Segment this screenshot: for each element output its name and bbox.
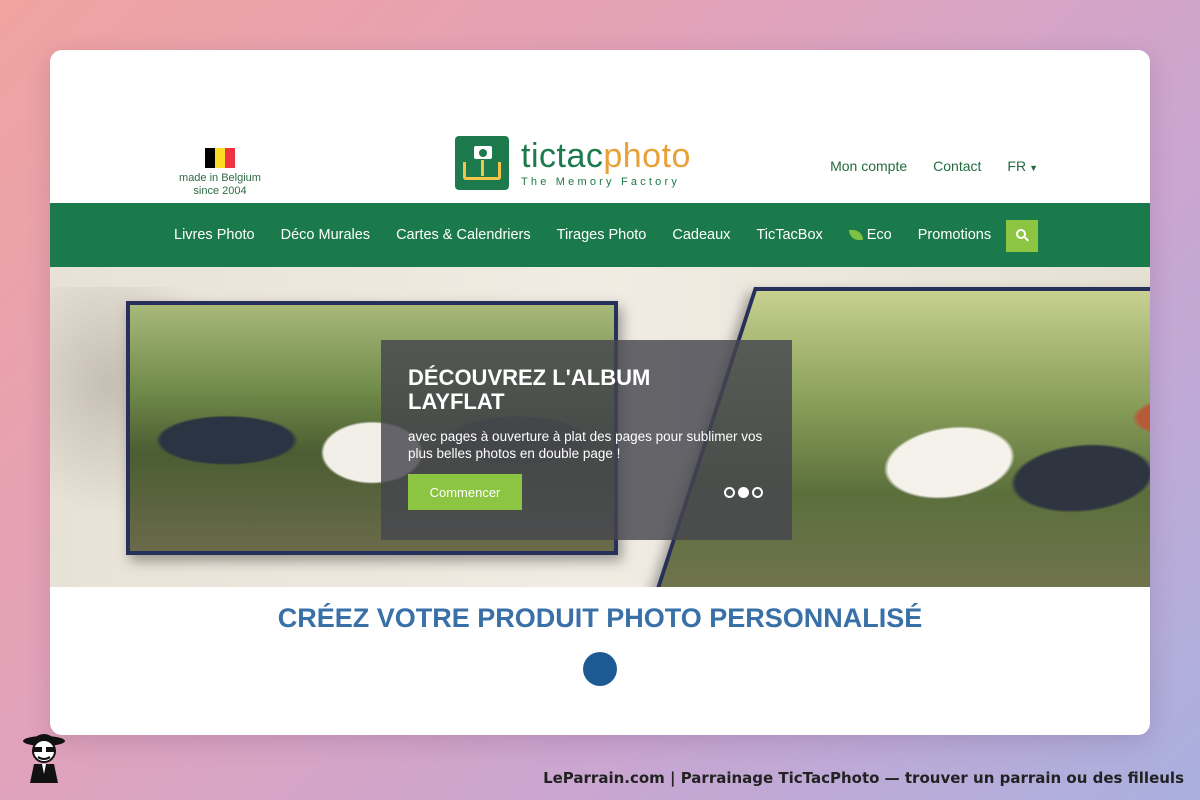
hero-banner: DÉCOUVREZ L'ALBUM LAYFLAT avec pages à o… (50, 267, 1150, 587)
logo-name: tictacphoto (521, 139, 691, 173)
start-button[interactable]: Commencer (408, 474, 522, 510)
hero-title: DÉCOUVREZ L'ALBUM LAYFLAT (408, 365, 651, 414)
nav-item-cartes-calendriers[interactable]: Cartes & Calendriers (396, 227, 531, 243)
slider-dots (724, 487, 763, 498)
language-selector[interactable]: FR ▼ (1007, 158, 1038, 174)
search-button[interactable] (1006, 220, 1038, 252)
scroll-down-button[interactable] (583, 652, 617, 686)
hero-text: avec pages à ouverture à plat des pages … (408, 429, 763, 461)
nav-item-tirages-photo[interactable]: Tirages Photo (557, 227, 647, 243)
website-card: made in Belgium since 2004 tictacphoto T… (50, 50, 1150, 735)
nav-item-tictacbox[interactable]: TicTacBox (756, 227, 822, 243)
site-logo[interactable]: tictacphoto The Memory Factory (455, 136, 691, 190)
made-in-belgium-badge: made in Belgium since 2004 (170, 148, 270, 198)
slider-dot-2[interactable] (738, 487, 749, 498)
nav-item-eco-label: Eco (866, 227, 892, 243)
belgium-flag-icon (205, 148, 235, 168)
top-links: Mon compte Contact FR ▼ (830, 158, 1038, 174)
logo-book-camera-icon (455, 136, 509, 190)
caret-down-icon: ▼ (1029, 163, 1038, 173)
badge-line-2: since 2004 (193, 185, 247, 197)
account-link[interactable]: Mon compte (830, 158, 907, 174)
nav-item-eco[interactable]: Eco (848, 227, 892, 243)
language-label: FR (1007, 158, 1027, 174)
logo-name-part2: photo (603, 136, 691, 175)
badge-line-1: made in Belgium (179, 172, 261, 184)
logo-tagline: The Memory Factory (521, 175, 681, 188)
footer-caption: LeParrain.com | Parrainage TicTacPhoto —… (543, 769, 1184, 787)
logo-name-part1: tictac (521, 136, 604, 175)
nav-item-cadeaux[interactable]: Cadeaux (672, 227, 730, 243)
nav-item-deco-murales[interactable]: Déco Murales (281, 227, 370, 243)
contact-link[interactable]: Contact (933, 158, 981, 174)
nav-item-promotions[interactable]: Promotions (918, 227, 991, 243)
slider-dot-3[interactable] (752, 487, 763, 498)
section-title: CRÉEZ VOTRE PRODUIT PHOTO PERSONNALISÉ (277, 603, 923, 633)
leaf-icon (848, 230, 863, 240)
leparrain-mascot-icon (23, 734, 65, 783)
nav-item-livres-photo[interactable]: Livres Photo (174, 227, 255, 243)
main-nav: Livres Photo Déco Murales Cartes & Calen… (50, 203, 1150, 267)
slider-dot-1[interactable] (724, 487, 735, 498)
hero-caption-box: DÉCOUVREZ L'ALBUM LAYFLAT avec pages à o… (381, 340, 792, 540)
